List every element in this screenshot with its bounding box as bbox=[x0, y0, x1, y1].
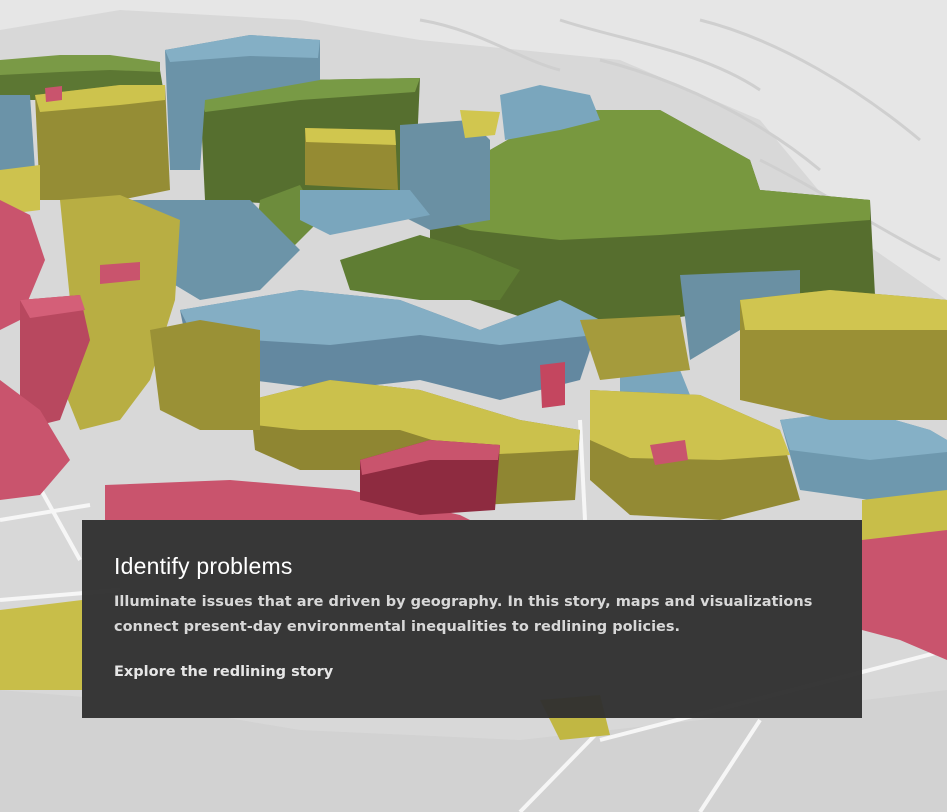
explore-story-link[interactable]: Explore the redlining story bbox=[114, 664, 333, 680]
story-slide: Identify problems Illuminate issues that… bbox=[0, 0, 947, 812]
card-title: Identify problems bbox=[114, 553, 293, 579]
story-card: Identify problems Illuminate issues that… bbox=[82, 520, 862, 718]
card-description: Illuminate issues that are driven by geo… bbox=[114, 594, 813, 635]
